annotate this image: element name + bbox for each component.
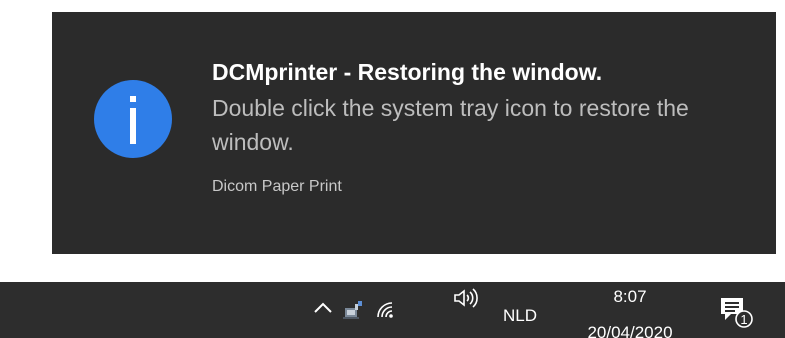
info-icon: [94, 80, 172, 158]
input-language-indicator[interactable]: NLD: [503, 305, 537, 327]
toast-title: DCMprinter - Restoring the window.: [212, 59, 603, 85]
clock-date: 20/04/2020: [587, 323, 673, 338]
taskbar: NLD 8:07 20/04/2020 1: [0, 282, 785, 338]
toast-content: DCMprinter - Restoring the window. Doubl…: [212, 57, 752, 197]
chevron-up-icon[interactable]: [306, 282, 340, 336]
action-center-icon[interactable]: 1: [712, 282, 762, 338]
speaker-icon[interactable]: [448, 282, 484, 326]
toast-body: Double click the system tray icon to res…: [212, 95, 689, 155]
usb-device-icon[interactable]: [338, 282, 368, 338]
toast-notification[interactable]: DCMprinter - Restoring the window. Doubl…: [52, 12, 776, 254]
clock[interactable]: 8:07 20/04/2020: [566, 284, 694, 338]
clock-time: 8:07: [613, 287, 647, 306]
toast-source: Dicom Paper Print: [212, 178, 342, 195]
notification-count: 1: [740, 312, 747, 327]
wifi-icon[interactable]: [370, 282, 402, 338]
screen: DCMprinter - Restoring the window. Doubl…: [0, 0, 785, 338]
